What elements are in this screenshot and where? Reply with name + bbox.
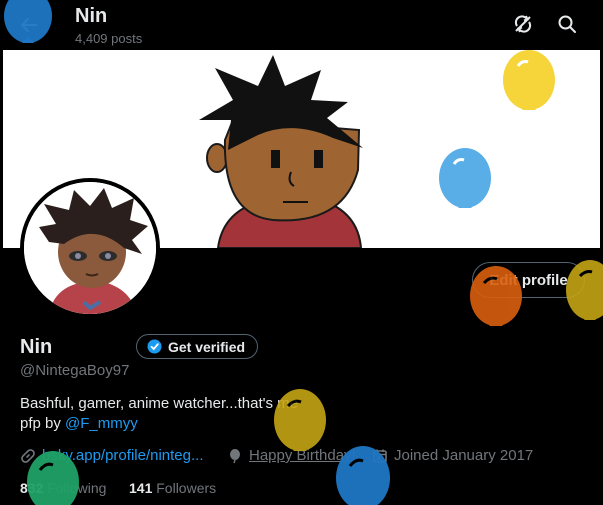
sync-off-icon[interactable] [512, 13, 534, 35]
following-link[interactable]: 832 Following [20, 480, 106, 496]
website-item: bsky.app/profile/ninteg... [20, 447, 203, 464]
top-bar: Nin 4,409 posts [0, 0, 603, 50]
user-handle: @NintegaBoy97 [20, 362, 130, 379]
following-count: 832 [20, 480, 44, 496]
get-verified-button[interactable]: Get verified [136, 334, 259, 359]
calendar-icon [373, 449, 387, 463]
followers-label: Followers [156, 480, 217, 496]
avatar[interactable] [20, 178, 160, 318]
bio: Bashful, gamer, anime watcher...that's m… [20, 394, 320, 434]
avatar-illustration [24, 182, 156, 314]
website-link[interactable]: bsky.app/profile/ninteg... [42, 447, 203, 464]
bio-text: Bashful, gamer, anime watcher...that's m… [20, 395, 298, 412]
followers-count: 141 [129, 480, 153, 496]
search-icon[interactable] [556, 13, 578, 35]
bio-credit-link[interactable]: @F_mmyy [65, 415, 138, 432]
link-icon [21, 448, 35, 463]
page-title: Nin [75, 5, 108, 27]
back-button[interactable] [14, 10, 44, 40]
following-label: Following [47, 480, 107, 496]
post-count: 4,409 posts [75, 31, 143, 46]
bio-credit-prefix: pfp by [20, 415, 61, 432]
birthday-text[interactable]: Happy Birthday! [249, 447, 356, 464]
arrow-left-icon [21, 18, 37, 32]
birthday-item: Happy Birthday! [227, 447, 356, 464]
verified-badge-icon [147, 339, 162, 354]
followers-link[interactable]: 141 Followers [129, 480, 216, 496]
get-verified-label: Get verified [168, 338, 246, 355]
edit-profile-button[interactable]: Edit profile [472, 262, 585, 298]
display-name: Nin [20, 336, 53, 358]
joined-item: Joined January 2017 [372, 447, 533, 464]
balloon-icon [230, 448, 240, 463]
joined-text: Joined January 2017 [394, 447, 534, 464]
